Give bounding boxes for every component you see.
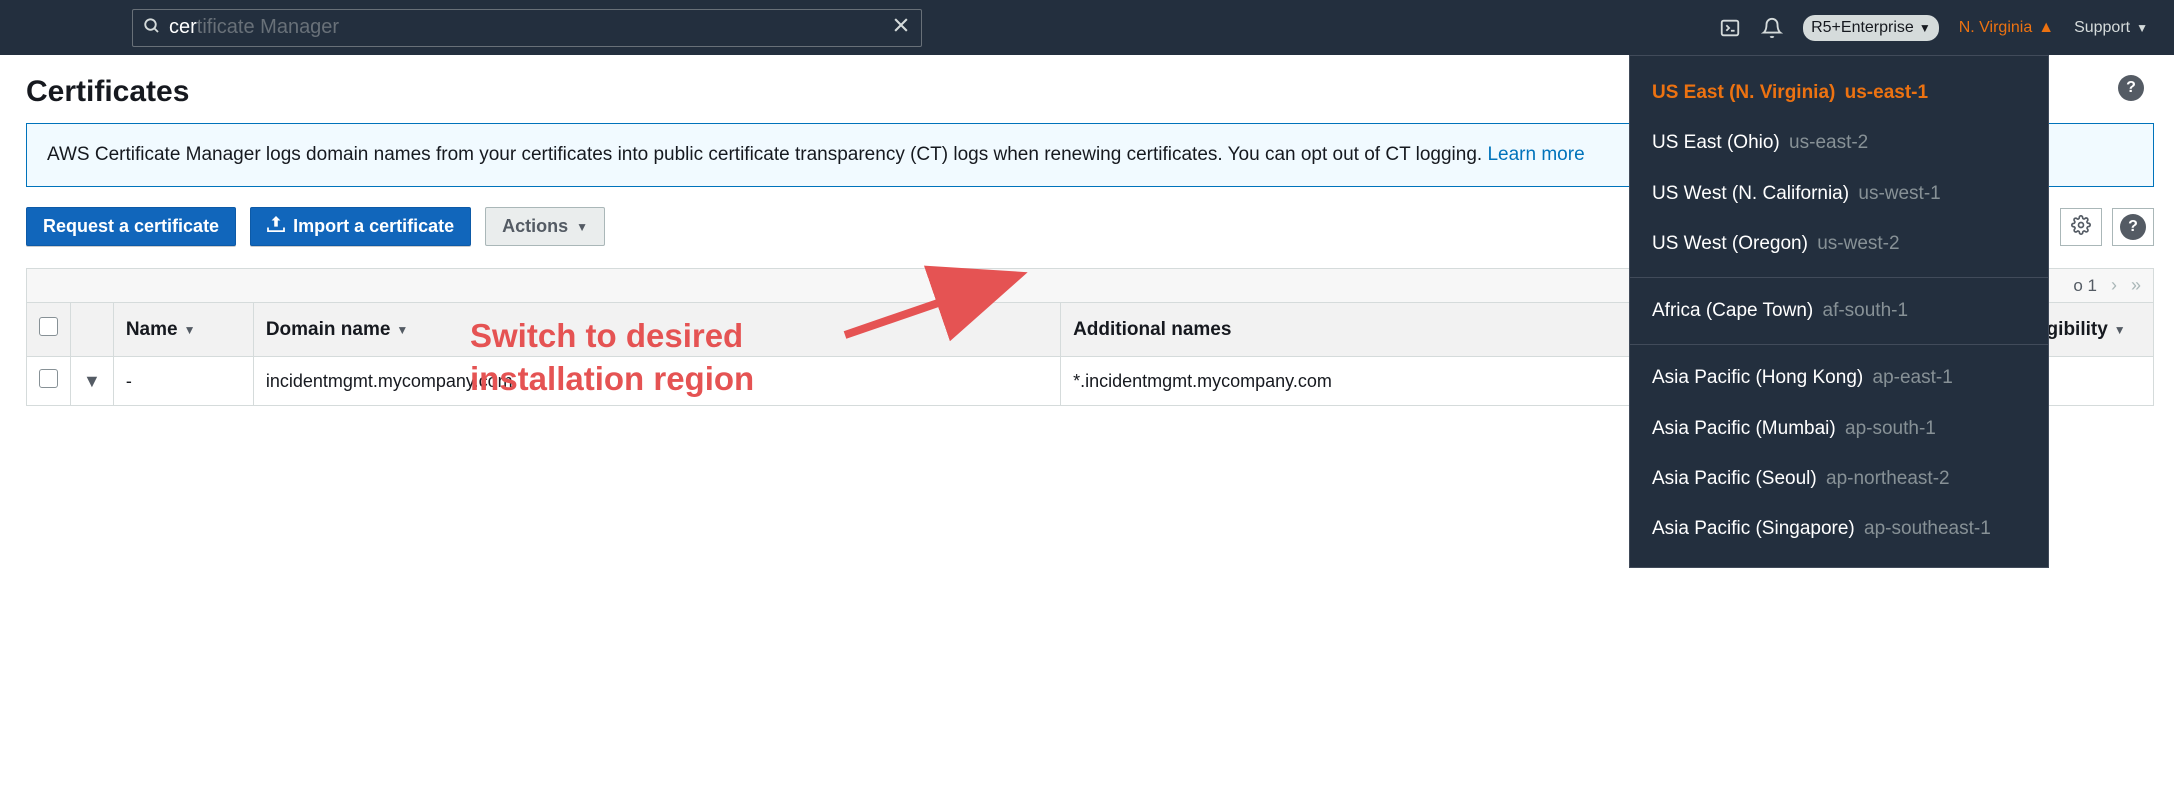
cell-name: - — [113, 357, 253, 406]
page-help-button[interactable]: ? — [2118, 75, 2144, 101]
search-container: certificate Manager — [132, 9, 922, 47]
import-label: Import a certificate — [293, 216, 454, 237]
region-name: US East (Ohio) — [1652, 132, 1780, 153]
region-name: US West (N. California) — [1652, 183, 1849, 204]
region-name: Asia Pacific (Singapore) — [1652, 518, 1855, 539]
cell-domain: incidentmgmt.mycompany.com — [253, 357, 1060, 406]
region-code: af-south-1 — [1817, 300, 1908, 321]
region-name: Africa (Cape Town) — [1652, 300, 1813, 321]
account-menu[interactable]: R5+Enterprise ▼ — [1803, 15, 1939, 41]
help-icon: ? — [2120, 214, 2146, 240]
chevron-down-icon: ▼ — [1919, 21, 1931, 35]
chevron-down-icon: ▼ — [396, 323, 408, 337]
account-label: R5+Enterprise — [1811, 19, 1914, 37]
upload-icon — [267, 216, 285, 237]
header-name[interactable]: Name ▼ — [113, 303, 253, 357]
support-menu[interactable]: Support ▼ — [2074, 19, 2148, 37]
region-name: Asia Pacific (Mumbai) — [1652, 418, 1836, 439]
actions-label: Actions — [502, 216, 568, 237]
cloudshell-icon[interactable] — [1719, 17, 1741, 39]
request-certificate-button[interactable]: Request a certificate — [26, 207, 236, 246]
last-page-icon[interactable]: » — [2131, 275, 2141, 296]
help-button[interactable]: ? — [2112, 208, 2154, 246]
chevron-down-icon: ▼ — [576, 220, 588, 234]
request-label: Request a certificate — [43, 216, 219, 237]
search-box[interactable]: certificate Manager — [132, 9, 922, 47]
region-dropdown: US East (N. Virginia) us-east-1US East (… — [1629, 55, 2049, 568]
region-code: ap-southeast-1 — [1859, 518, 1991, 539]
help-icon: ? — [2118, 75, 2144, 101]
top-nav: certificate Manager R5+Enterprise ▼ N. V… — [0, 0, 2174, 55]
region-current: N. Virginia — [1959, 19, 2033, 37]
region-menu[interactable]: N. Virginia ▲ — [1959, 19, 2054, 37]
next-page-icon[interactable]: › — [2111, 275, 2117, 296]
header-domain[interactable]: Domain name ▼ — [253, 303, 1060, 357]
region-code: us-west-1 — [1853, 183, 1941, 204]
region-item[interactable]: Asia Pacific (Mumbai) ap-south-1 — [1630, 404, 2048, 454]
region-item[interactable]: US East (N. Virginia) us-east-1 — [1630, 68, 2048, 118]
region-divider — [1630, 277, 2048, 278]
expand-row-icon[interactable]: ▼ — [83, 371, 101, 391]
search-clear-icon[interactable] — [891, 15, 911, 40]
region-code: us-east-1 — [1839, 82, 1928, 103]
chevron-up-icon: ▲ — [2038, 19, 2054, 37]
chevron-down-icon: ▼ — [2114, 323, 2126, 337]
region-code: ap-south-1 — [1840, 418, 1936, 439]
pagination-label: o 1 — [2073, 276, 2097, 296]
region-item[interactable]: US West (Oregon) us-west-2 — [1630, 219, 2048, 269]
region-code: ap-east-1 — [1867, 367, 1953, 388]
support-label: Support — [2074, 19, 2130, 37]
region-name: Asia Pacific (Seoul) — [1652, 468, 1817, 489]
gear-icon — [2071, 215, 2091, 238]
chevron-down-icon: ▼ — [2136, 21, 2148, 35]
chevron-down-icon: ▼ — [184, 323, 196, 337]
actions-menu-button[interactable]: Actions ▼ — [485, 207, 605, 246]
region-divider — [1630, 344, 2048, 345]
region-item[interactable]: US West (N. California) us-west-1 — [1630, 169, 2048, 219]
header-expand — [71, 303, 114, 357]
header-checkbox — [27, 303, 71, 357]
region-name: US East (N. Virginia) — [1652, 82, 1835, 103]
region-item[interactable]: Asia Pacific (Hong Kong) ap-east-1 — [1630, 353, 2048, 403]
nav-right: R5+Enterprise ▼ N. Virginia ▲ Support ▼ — [1719, 15, 2162, 41]
banner-text: AWS Certificate Manager logs domain name… — [47, 144, 1487, 165]
region-item[interactable]: Asia Pacific (Seoul) ap-northeast-2 — [1630, 454, 2048, 504]
settings-button[interactable] — [2060, 208, 2102, 246]
select-all-checkbox[interactable] — [39, 317, 58, 336]
region-code: ap-northeast-2 — [1821, 468, 1950, 489]
region-item[interactable]: Asia Pacific (Singapore) ap-southeast-1 — [1630, 504, 2048, 554]
right-tools: ? — [2060, 208, 2154, 246]
banner-learn-more-link[interactable]: Learn more — [1487, 144, 1584, 165]
region-code: us-west-2 — [1812, 233, 1900, 254]
region-item[interactable]: Africa (Cape Town) af-south-1 — [1630, 286, 2048, 336]
search-icon — [143, 17, 161, 38]
import-certificate-button[interactable]: Import a certificate — [250, 207, 471, 246]
region-item[interactable]: US East (Ohio) us-east-2 — [1630, 118, 2048, 168]
bell-icon[interactable] — [1761, 17, 1783, 39]
region-name: US West (Oregon) — [1652, 233, 1808, 254]
region-name: Asia Pacific (Hong Kong) — [1652, 367, 1863, 388]
search-typed-text: certificate Manager — [169, 16, 339, 39]
region-code: us-east-2 — [1784, 132, 1868, 153]
row-checkbox[interactable] — [39, 369, 58, 388]
